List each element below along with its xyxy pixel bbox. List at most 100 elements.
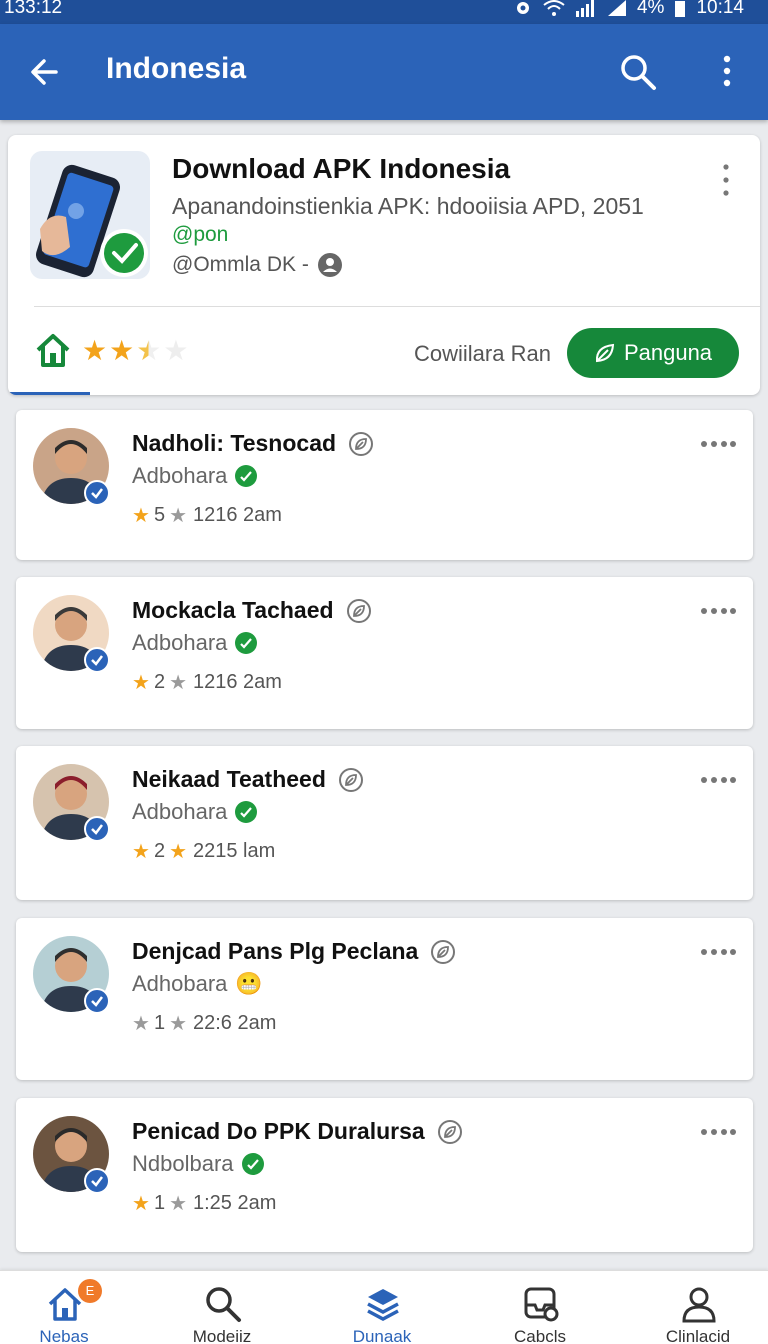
review-more-icon[interactable] [700, 607, 736, 615]
featured-tag: @pon [172, 223, 229, 246]
search-icon [206, 1287, 241, 1322]
nav-label: Nebas [39, 1327, 89, 1344]
leaf-icon [595, 343, 615, 363]
review-score: 1 [153, 1012, 166, 1034]
reviewer-name-text: Penicad Do PPK Duralursa [132, 1118, 425, 1144]
featured-title: Download APK Indonesia [172, 153, 511, 184]
verified-badge [84, 816, 110, 842]
nav-item-profile[interactable]: Clinlacid [638, 1271, 758, 1344]
nav-label: Clinlacid [665, 1327, 731, 1344]
featured-developer: @Ommla DK - [172, 252, 343, 278]
featured-rating-stars: ★ ★ ★ ★ [82, 337, 188, 365]
reviewer-name: Denjcad Pans Plg Peclana [132, 938, 456, 965]
star-icon: ★ [169, 505, 187, 527]
review-card[interactable]: Denjcad Pans Plg Peclana Adhobara 😬 ★ 1 … [16, 918, 753, 1080]
nav-item-inbox[interactable]: Cabcls [480, 1271, 600, 1344]
settings-icon [516, 2, 529, 14]
overflow-menu-icon[interactable] [712, 52, 742, 92]
review-score: 2 [153, 840, 166, 862]
review-more-icon[interactable] [700, 776, 736, 784]
check-badge-icon [235, 632, 258, 654]
status-icons: 4% 10:14 [513, 0, 744, 19]
developer-label: @Ommla DK - [172, 253, 309, 276]
featured-status-label: Cowiilara Ran [414, 341, 551, 366]
review-more-icon[interactable] [700, 440, 736, 448]
review-card[interactable]: Mockacla Tachaed Adbohara ★ 2 ★ 1216 2am [16, 577, 753, 729]
review-time: 22:6 2am [193, 1012, 277, 1034]
signal-icon [575, 0, 594, 17]
star-icon: ★ [169, 1193, 187, 1215]
review-meta: ★ 2 ★ 1216 2am [132, 670, 282, 695]
battery-icon [675, 1, 686, 17]
review-time: 1216 2am [193, 504, 282, 526]
review-time: 1216 2am [193, 671, 282, 693]
nav-item-home[interactable]: E Nebas [4, 1271, 124, 1344]
search-icon[interactable] [618, 52, 658, 92]
reviewer-subtitle: Adhobara 😬 [132, 971, 263, 997]
verified-badge [84, 647, 110, 673]
nav-label: Cabcls [514, 1327, 566, 1344]
star-icon: ★ [169, 1013, 187, 1035]
leaf-badge-icon [338, 767, 363, 792]
leaf-badge-icon [431, 939, 456, 964]
reviewer-name: Mockacla Tachaed [132, 597, 372, 624]
featured-subtitle: Apanandoinstienkia APK: hdooiisia APD, 2… [172, 193, 644, 219]
featured-app-card[interactable]: Download APK Indonesia Apanandoinstienki… [8, 135, 760, 395]
tab-indicator [8, 392, 90, 395]
reviewer-name-text: Neikaad Teatheed [132, 766, 326, 792]
star-icon: ★ [82, 335, 108, 366]
review-score: 1 [153, 1192, 166, 1214]
verified-badge [84, 480, 110, 506]
star-empty-icon: ★ [163, 335, 189, 366]
divider [34, 306, 760, 307]
review-meta: ★ 1 ★ 1:25 2am [132, 1191, 276, 1216]
page-title: Indonesia [106, 52, 247, 85]
user-circle-icon [317, 253, 342, 277]
reviewer-subtitle: Adbohara [132, 630, 258, 656]
back-arrow-icon[interactable] [26, 52, 66, 92]
home-outline-icon[interactable] [34, 331, 72, 369]
install-button[interactable]: Panguna [567, 328, 739, 378]
review-time: 2215 lam [193, 840, 276, 862]
star-icon: ★ [132, 1193, 150, 1215]
reviewer-name-text: Mockacla Tachaed [132, 597, 334, 623]
reviewer-subtitle: Adbohara [132, 799, 258, 825]
review-score: 5 [153, 504, 166, 526]
review-meta: ★ 5 ★ 1216 2am [132, 503, 282, 528]
nav-item-search[interactable]: Modeiiz [162, 1271, 282, 1344]
status-bar: 133:12 4% 10:14 [0, 0, 768, 24]
review-more-icon[interactable] [700, 948, 736, 956]
review-card[interactable]: Nadholi: Tesnocad Adbohara ★ 5 ★ 1216 2a… [16, 410, 753, 560]
review-score: 2 [153, 671, 166, 693]
star-icon: ★ [169, 672, 187, 694]
reviewer-name: Nadholi: Tesnocad [132, 430, 374, 457]
review-time: 1:25 2am [193, 1192, 277, 1214]
review-meta: ★ 1 ★ 22:6 2am [132, 1011, 276, 1036]
leaf-badge-icon [349, 431, 374, 456]
verified-badge [84, 988, 110, 1014]
star-icon: ★ [132, 841, 150, 863]
reviewer-source: Adhobara [132, 971, 228, 996]
review-card[interactable]: Penicad Do PPK Duralursa Ndbolbara ★ 1 ★… [16, 1098, 753, 1252]
featured-more-icon[interactable] [720, 163, 732, 197]
star-icon: ★ [109, 335, 135, 366]
review-more-icon[interactable] [700, 1128, 736, 1136]
reviewer-source: Adbohara [132, 799, 228, 824]
nav-label: Dunaak [352, 1327, 412, 1344]
nav-label: Modeiiz [192, 1327, 252, 1344]
profile-icon [682, 1287, 716, 1323]
check-badge-icon [235, 465, 258, 487]
nav-item-layers[interactable]: Dunaak [322, 1271, 442, 1344]
status-time-right: 10:14 [696, 0, 744, 18]
reviewer-name-text: Nadholi: Tesnocad [132, 430, 337, 456]
leaf-badge-icon [437, 1119, 462, 1144]
reviewer-name-text: Denjcad Pans Plg Peclana [132, 938, 419, 964]
check-badge-icon [241, 1153, 264, 1175]
emoji-icon: 😬 [235, 971, 263, 996]
layers-icon [367, 1289, 399, 1321]
review-card[interactable]: Neikaad Teatheed Adbohara ★ 2 ★ 2215 lam [16, 746, 753, 900]
reviewer-source: Adbohara [132, 630, 228, 655]
wifi-icon [543, 0, 565, 16]
star-half-icon: ★ [136, 335, 162, 366]
check-badge-icon [235, 801, 258, 823]
